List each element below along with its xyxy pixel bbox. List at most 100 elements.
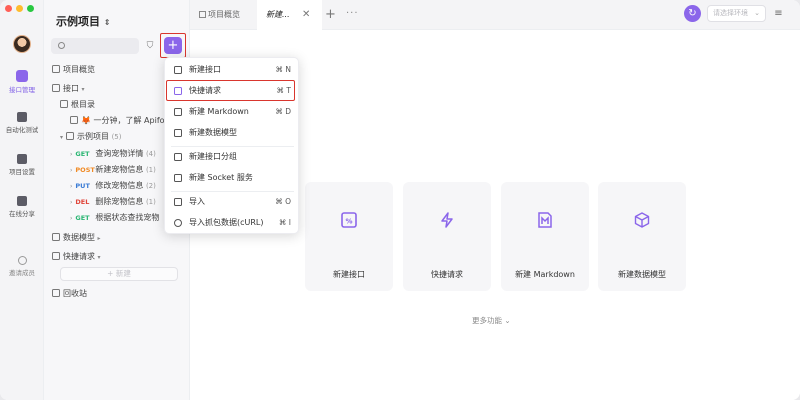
card-new-data-model[interactable]: 新建数据模型	[598, 182, 686, 291]
card-new-interface[interactable]: % 新建接口	[305, 182, 393, 291]
endpoint-count: (2)	[145, 182, 156, 190]
rail-item-label: 自动化测试	[5, 126, 39, 134]
close-window-button[interactable]	[5, 5, 12, 12]
menu-item-label: 新建 Markdown	[189, 107, 249, 116]
folder-icon	[60, 100, 68, 108]
new-quick-request-button[interactable]: + 新建	[60, 267, 178, 281]
sidebar-item-label: 数据模型	[63, 233, 95, 242]
more-features-label: 更多功能	[472, 316, 502, 325]
method-badge: DEL	[75, 198, 90, 206]
search-input[interactable]	[51, 38, 139, 54]
folder-plus-icon	[174, 153, 182, 161]
sidebar-item-label: 接口	[63, 84, 79, 93]
testing-icon	[17, 112, 27, 122]
filter-icon: ⛉	[146, 41, 154, 51]
card-new-markdown[interactable]: 新建 Markdown	[501, 182, 589, 291]
app-window: 接口管理 自动化测试 项目设置 在线分享 邀请成员 示例项目 ⇕ ⛉ + 项目概…	[0, 0, 800, 400]
menu-item-label: 导入	[189, 197, 205, 206]
svg-text:%: %	[345, 218, 352, 226]
rail-item-label: 项目设置	[9, 168, 35, 176]
menu-item-label: 导入抓包数据(cURL)	[189, 218, 264, 227]
menu-item-new-socket-service[interactable]: 新建 Socket 服务	[165, 168, 300, 188]
endpoint-name: 查询宠物详情	[95, 149, 144, 158]
add-button[interactable]: +	[164, 37, 182, 54]
tab-overview[interactable]: 项目概览	[199, 0, 240, 30]
minimize-window-button[interactable]	[16, 5, 23, 12]
tree-item-label: 🦊 一分钟，了解 Apifox !	[81, 116, 175, 125]
project-switcher[interactable]: 示例项目 ⇕	[56, 13, 111, 29]
search-icon	[58, 42, 65, 49]
sidebar-item-trash[interactable]: 回收站	[44, 287, 190, 301]
endpoint-name: 删除宠物信息	[95, 197, 144, 206]
folder-icon	[66, 132, 75, 140]
data-model-icon	[52, 233, 60, 241]
rail-item-label: 接口管理	[9, 86, 35, 94]
zoom-window-button[interactable]	[27, 5, 34, 12]
left-rail: 接口管理 自动化测试 项目设置 在线分享 邀请成员	[0, 0, 44, 400]
rail-item-project-settings[interactable]: 项目设置	[0, 154, 44, 176]
import-icon	[174, 198, 182, 206]
menu-item-new-data-model[interactable]: 新建数据模型	[165, 123, 300, 143]
caret-right-icon: ›	[70, 199, 73, 206]
tab-more-button[interactable]: ···	[346, 0, 359, 28]
caret-down-icon: ▾	[81, 86, 85, 93]
tab-bar: 项目概览 新建... ✕ + ··· ↻ 请选择环境 ⌄ ≡	[190, 0, 800, 30]
api-icon: %	[341, 212, 357, 228]
sidebar-item-label: 回收站	[63, 289, 87, 298]
rail-item-label: 邀请成员	[9, 269, 35, 277]
socket-icon	[174, 174, 182, 182]
grid-icon	[199, 11, 206, 18]
sync-button[interactable]: ↻	[684, 5, 701, 22]
filter-button[interactable]: ⛉	[144, 39, 156, 53]
card-label: 新建数据模型	[618, 270, 666, 279]
more-features-link[interactable]: 更多功能 ⌄	[472, 315, 511, 326]
card-label: 新建接口	[333, 270, 365, 279]
card-quick-request[interactable]: 快捷请求	[403, 182, 491, 291]
caret-right-icon: ›	[70, 183, 73, 190]
endpoint-name: 根据状态查找宠物	[95, 213, 160, 222]
cube-icon	[634, 212, 650, 228]
caret-right-icon: ›	[70, 215, 73, 222]
chevron-updown-icon: ⇕	[103, 18, 111, 27]
sidebar-item-label: 快捷请求	[63, 252, 95, 261]
menu-item-shortcut: ⌘ N	[275, 65, 292, 74]
add-user-icon	[17, 256, 27, 265]
menu-item-new-markdown[interactable]: 新建 Markdown ⌘ D	[165, 102, 300, 122]
card-label: 新建 Markdown	[515, 270, 575, 279]
menu-item-shortcut: ⌘ O	[275, 197, 291, 206]
menu-item-import-curl[interactable]: 导入抓包数据(cURL) ⌘ I	[165, 213, 300, 233]
menu-item-label: 新建接口	[189, 65, 221, 74]
endpoint-count: (1)	[145, 198, 156, 206]
menu-item-label: 新建 Socket 服务	[189, 173, 253, 182]
tree-item-count: (5)	[111, 133, 122, 141]
menu-item-shortcut: ⌘ I	[278, 218, 291, 227]
environment-placeholder: 请选择环境	[713, 9, 748, 17]
settings-menu-button[interactable]: ≡	[771, 6, 786, 21]
chevron-down-icon: ⌄	[754, 9, 760, 17]
cube-icon	[174, 129, 182, 137]
markdown-icon	[174, 108, 182, 116]
menu-item-new-interface-group[interactable]: 新建接口分组	[165, 147, 300, 167]
tree-item-label: 示例项目	[77, 132, 110, 141]
markdown-icon	[538, 212, 552, 228]
share-icon	[17, 196, 27, 206]
caret-right-icon: ▸	[97, 235, 101, 242]
rail-item-automated-testing[interactable]: 自动化测试	[0, 112, 44, 134]
menu-item-new-interface[interactable]: 新建接口 ⌘ N	[165, 60, 300, 80]
tab-new[interactable]: 新建...	[257, 0, 322, 30]
rail-item-label: 在线分享	[9, 210, 35, 218]
sidebar-item-label: 项目概览	[63, 65, 95, 74]
tab-close-button[interactable]: ✕	[302, 0, 310, 30]
environment-select[interactable]: 请选择环境 ⌄	[707, 5, 766, 22]
hamburger-icon: ≡	[774, 8, 783, 19]
rail-item-api-management[interactable]: 接口管理	[0, 70, 44, 94]
avatar[interactable]	[13, 35, 31, 53]
rail-item-invite-members[interactable]: 邀请成员	[0, 256, 44, 277]
lightning-icon	[441, 212, 453, 228]
add-tab-button[interactable]: +	[325, 0, 336, 29]
tree-item-label: 根目录	[71, 100, 95, 109]
rail-item-online-share[interactable]: 在线分享	[0, 196, 44, 218]
refresh-icon: ↻	[688, 8, 697, 19]
menu-item-import[interactable]: 导入 ⌘ O	[165, 192, 300, 212]
sidebar-item-quick-requests[interactable]: 快捷请求 ▾	[44, 250, 190, 264]
